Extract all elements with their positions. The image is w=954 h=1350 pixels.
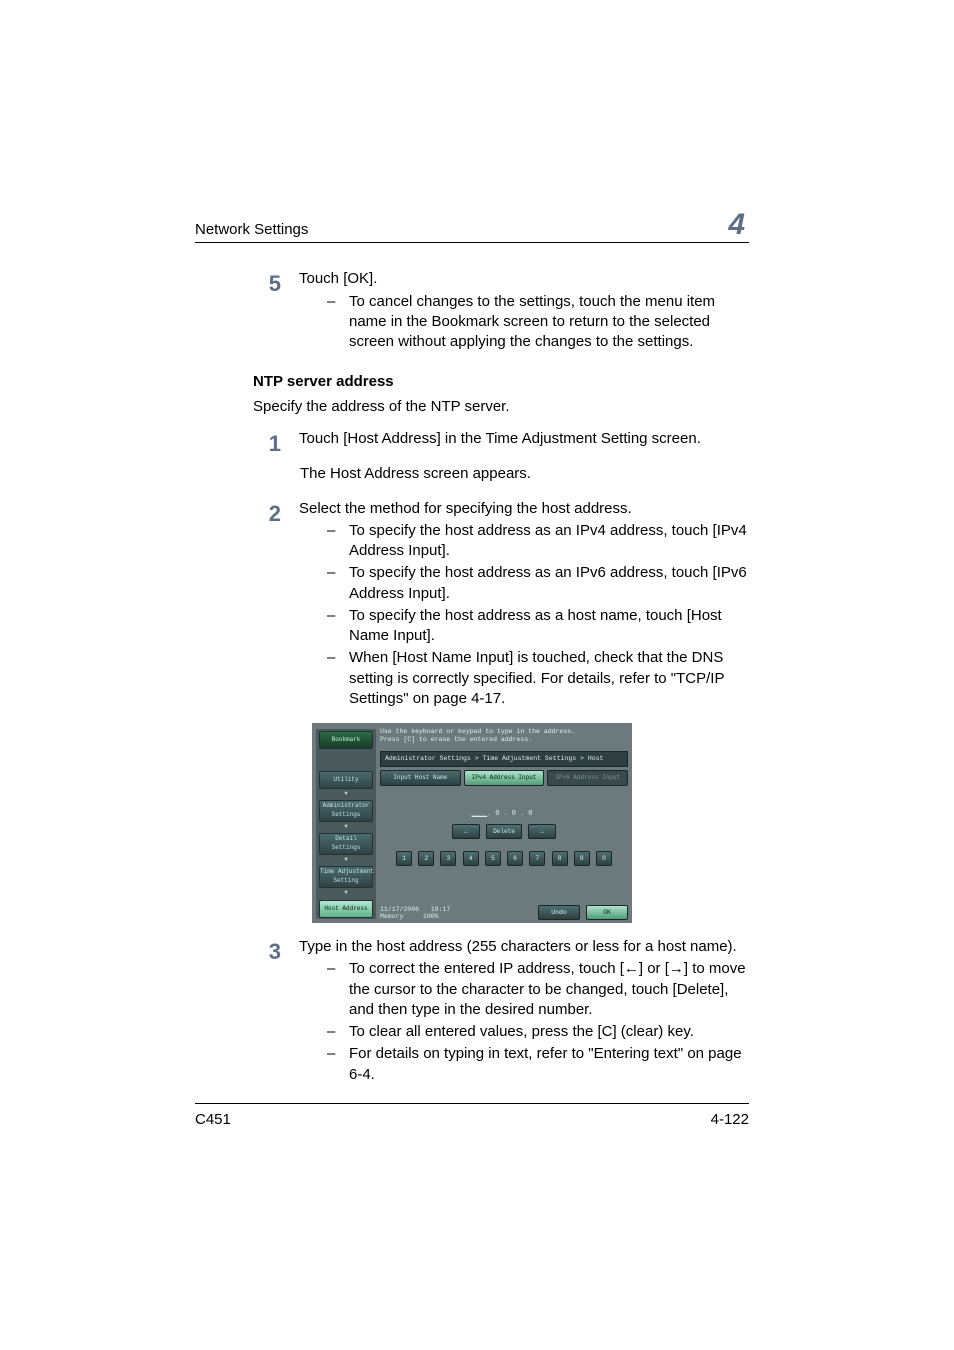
digit-6[interactable]: 6 xyxy=(507,851,523,866)
digit-3[interactable]: 3 xyxy=(440,851,456,866)
step-text: Touch [OK]. xyxy=(299,269,749,289)
ntp-intro: Specify the address of the NTP server. xyxy=(253,397,749,417)
step3-b1: –To correct the entered IP address, touc… xyxy=(327,959,749,1020)
cursor-right-button[interactable]: → xyxy=(528,824,556,839)
digit-5[interactable]: 5 xyxy=(485,851,501,866)
step3-text: Type in the host address (255 characters… xyxy=(299,937,749,957)
delete-button[interactable]: Delete xyxy=(486,824,522,839)
screenshot-sidebar: Bookmark Utility ▼ Administrator Setting… xyxy=(316,729,376,919)
step-3: 3 Type in the host address (255 characte… xyxy=(253,937,749,1087)
ok-button[interactable]: OK xyxy=(586,905,628,920)
cursor-left-button[interactable]: ← xyxy=(452,824,480,839)
status-info: 11/17/2006 18:17 Memory 100% xyxy=(380,906,450,920)
numpad-row: 1 2 3 4 5 6 7 8 9 0 xyxy=(380,851,628,866)
step-1: 1 Touch [Host Address] in the Time Adjus… xyxy=(253,429,749,459)
step-number: 2 xyxy=(253,499,281,529)
step-number: 3 xyxy=(253,937,281,967)
digit-8[interactable]: 8 xyxy=(552,851,568,866)
step2-b3: –To specify the host address as a host n… xyxy=(327,606,749,647)
input-host-name-tab[interactable]: Input Host Name xyxy=(380,770,461,786)
bookmark-tab[interactable]: Bookmark xyxy=(319,731,373,749)
step2-b1: –To specify the host address as an IPv4 … xyxy=(327,521,749,562)
step1-line2: The Host Address screen appears. xyxy=(300,464,749,484)
screenshot-status-bar: 11/17/2006 18:17 Memory 100% Undo OK xyxy=(380,905,628,920)
ntp-section-heading: NTP server address xyxy=(253,372,749,392)
step-5: 5 Touch [OK]. –To cancel changes to the … xyxy=(253,269,749,354)
page-header: Network Settings 4 xyxy=(195,210,749,243)
step3-b3: –For details on typing in text, refer to… xyxy=(327,1044,749,1085)
digit-9[interactable]: 9 xyxy=(574,851,590,866)
undo-button[interactable]: Undo xyxy=(538,905,580,920)
digit-7[interactable]: 7 xyxy=(529,851,545,866)
screenshot-main: Use the keyboard or keypad to type in th… xyxy=(380,728,628,899)
step5-bullet: –To cancel changes to the settings, touc… xyxy=(327,292,749,353)
arrow-down-icon: ▼ xyxy=(316,823,376,831)
chapter-number: 4 xyxy=(728,210,749,240)
step2-text: Select the method for specifying the hos… xyxy=(299,499,749,519)
section-title: Network Settings xyxy=(195,220,308,240)
detail-settings-tab[interactable]: Detail Settings xyxy=(319,833,373,855)
device-screenshot: Bookmark Utility ▼ Administrator Setting… xyxy=(312,723,632,923)
digit-1[interactable]: 1 xyxy=(396,851,412,866)
utility-tab[interactable]: Utility xyxy=(319,771,373,789)
step2-b4: –When [Host Name Input] is touched, chec… xyxy=(327,648,749,709)
arrow-down-icon: ▼ xyxy=(316,889,376,897)
digit-2[interactable]: 2 xyxy=(418,851,434,866)
input-mode-tabs: Input Host Name IPv4 Address Input IPv6 … xyxy=(380,770,628,786)
ip-cursor-controls: ← Delete → xyxy=(380,824,628,839)
digit-0[interactable]: 0 xyxy=(596,851,612,866)
digit-4[interactable]: 4 xyxy=(463,851,479,866)
step1-line1: Touch [Host Address] in the Time Adjustm… xyxy=(299,429,749,449)
step3-b2: –To clear all entered values, press the … xyxy=(327,1022,749,1042)
admin-settings-tab[interactable]: Administrator Settings xyxy=(319,800,373,822)
ipv6-input-tab[interactable]: IPv6 Address Input xyxy=(547,770,628,786)
step-number: 5 xyxy=(253,269,281,299)
footer-model: C451 xyxy=(195,1110,231,1130)
step-number: 1 xyxy=(253,429,281,459)
screenshot-breadcrumb: Administrator Settings > Time Adjustment… xyxy=(380,751,628,767)
help-line1: Use the keyboard or keypad to type in th… xyxy=(380,728,628,735)
page-footer: C451 4-122 xyxy=(195,1103,749,1130)
footer-page: 4-122 xyxy=(711,1110,749,1130)
ipv4-input-tab[interactable]: IPv4 Address Input xyxy=(464,770,545,786)
arrow-down-icon: ▼ xyxy=(316,790,376,798)
help-line2: Press [C] to erase the entered address. xyxy=(380,736,628,743)
time-adjustment-tab[interactable]: Time Adjustment Setting xyxy=(319,866,373,888)
step-2: 2 Select the method for specifying the h… xyxy=(253,499,749,712)
step2-b2: –To specify the host address as an IPv6 … xyxy=(327,563,749,604)
ip-display: ___.0.0.0 xyxy=(380,810,628,819)
host-address-tab[interactable]: Host Address xyxy=(319,900,373,918)
arrow-down-icon: ▼ xyxy=(316,856,376,864)
